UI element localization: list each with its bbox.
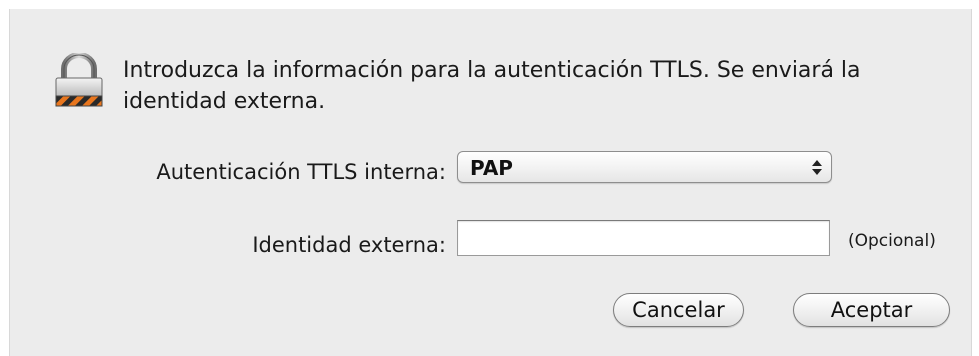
updown-arrows-icon: [803, 152, 831, 182]
auth-dialog: Introduzca la información para la autent…: [9, 9, 972, 356]
lock-icon: [50, 52, 108, 113]
auth-method-value: PAP: [470, 156, 513, 180]
auth-method-popup[interactable]: PAP: [457, 151, 832, 183]
outer-identity-label: Identidad externa:: [252, 233, 446, 257]
outer-identity-field[interactable]: [457, 220, 830, 256]
optional-hint: (Opcional): [848, 231, 936, 251]
cancel-button[interactable]: Cancelar: [613, 293, 744, 327]
dialog-message: Introduzca la información para la autent…: [123, 58, 861, 114]
auth-method-label: Autenticación TTLS interna:: [156, 160, 446, 184]
accept-button[interactable]: Aceptar: [793, 293, 950, 327]
